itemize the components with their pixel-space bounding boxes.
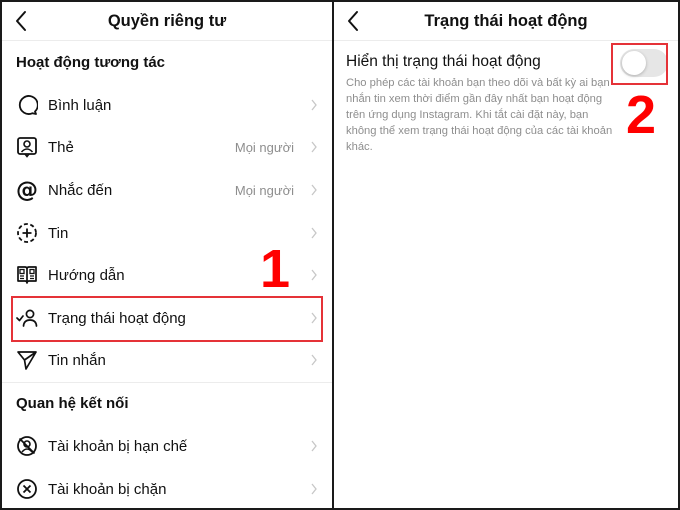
menu-item-value: Mọi người [234,139,294,155]
privacy-header: Quyền riêng tư [2,2,332,41]
highlight-box-toggle [611,43,668,85]
section-divider [2,382,332,383]
menu-item-label: Tài khoản bị hạn chế [48,437,188,455]
menu-item-label: Nhắc đến [48,181,113,199]
tag-person-icon [16,136,38,158]
menu-item-label: Tin [48,224,69,242]
menu-item-label: Hướng dẫn [48,266,125,284]
chevron-right-icon [311,227,317,239]
page-title: Quyền riêng tư [107,12,227,30]
comment-icon [16,94,38,116]
menu-item-label: Bình luận [48,96,112,114]
menu-item-label: Thẻ [48,138,74,156]
chevron-right-icon [311,141,317,153]
restricted-account-icon [16,435,38,457]
menu-item-value: Mọi người [234,182,294,198]
guide-book-icon [16,264,38,286]
setting-title: Hiển thị trạng thái hoạt động [346,53,541,70]
activity-status-screen: Trạng thái hoạt động Hiển thị trạng thái… [334,2,678,508]
send-icon [16,349,38,371]
chevron-right-icon [311,440,317,452]
page-title: Trạng thái hoạt động [424,12,588,30]
story-add-icon [16,222,38,244]
menu-item-messages[interactable]: Tin nhắn [2,339,332,381]
chevron-right-icon [311,354,317,366]
section-title-interactions: Hoạt động tương tác [16,54,166,71]
section-title-connections: Quan hệ kết nối [16,395,129,412]
menu-item-comments[interactable]: Bình luận [2,84,332,126]
highlight-box-activity-status [11,296,323,342]
menu-item-restricted-accounts[interactable]: Tài khoản bị hạn chế [2,425,332,467]
setting-description: Cho phép các tài khoản bạn theo dõi và b… [346,77,613,153]
step-annotation-1: 1 [260,239,291,299]
menu-item-blocked-accounts[interactable]: Tài khoản bị chặn [2,468,332,508]
menu-item-mentions[interactable]: @ Nhắc đến Mọi người [2,169,332,211]
chevron-right-icon [311,269,317,281]
step-annotation-2: 2 [626,85,657,145]
privacy-screen: Quyền riêng tư Hoạt động tương tác Bình … [2,2,332,508]
activity-status-header: Trạng thái hoạt động [334,2,678,41]
chevron-right-icon [311,184,317,196]
menu-item-label: Tài khoản bị chặn [48,480,167,498]
menu-item-label: Tin nhắn [48,351,106,369]
blocked-account-icon [16,478,38,500]
chevron-right-icon [311,99,317,111]
at-mention-icon: @ [16,177,38,203]
menu-item-tags[interactable]: Thẻ Mọi người [2,126,332,168]
chevron-right-icon [311,483,317,495]
